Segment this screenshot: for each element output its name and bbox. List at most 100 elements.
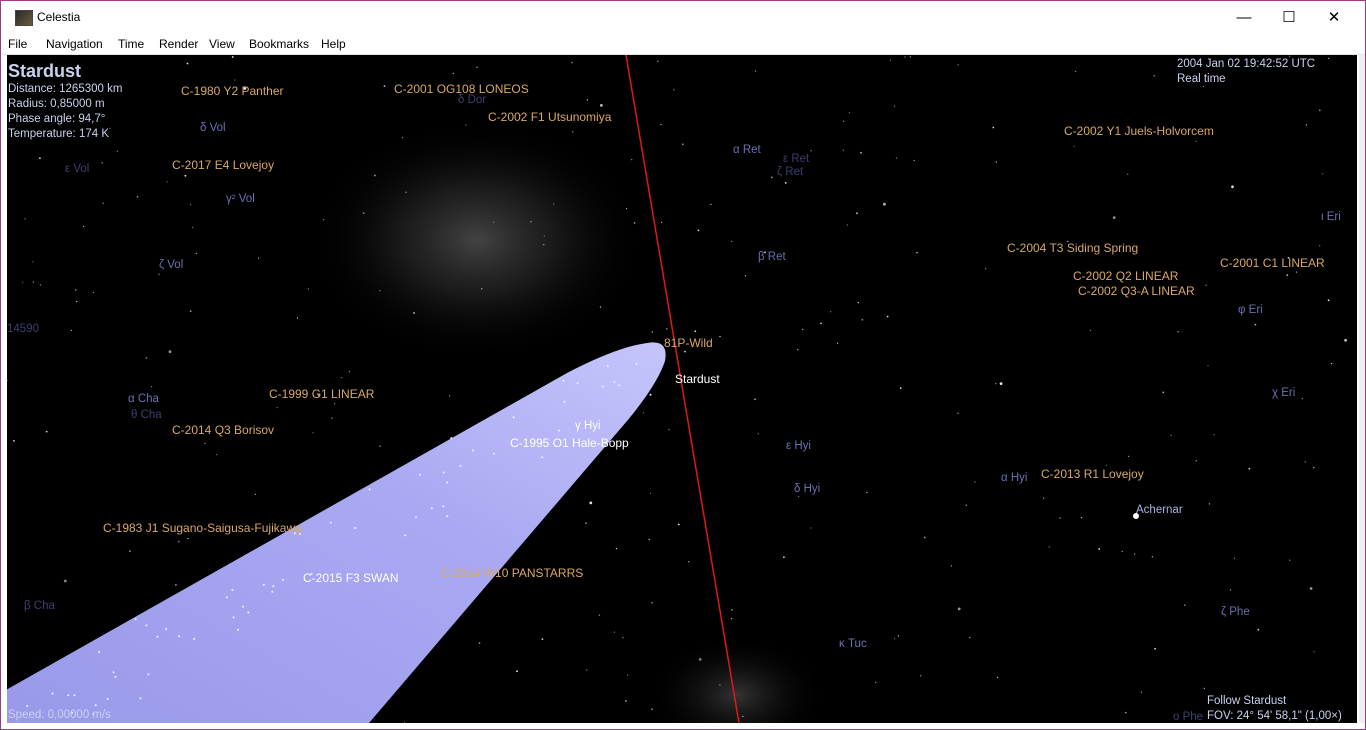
star-label[interactable]: ο Phe [1173, 711, 1203, 723]
star [899, 387, 902, 390]
comet-label[interactable]: C-2002 F1 Utsunomiya [488, 110, 611, 124]
comet-label[interactable]: C-2015 F3 SWAN [303, 571, 399, 585]
star [810, 527, 812, 529]
minimize-button[interactable]: — [1221, 1, 1267, 33]
comet-label[interactable]: C-2014 Q3 Borisov [172, 423, 274, 437]
star [116, 150, 118, 152]
comet-label[interactable]: C-2004 T3 Siding Spring [1007, 241, 1138, 255]
comet-label[interactable]: 81P-Wild [664, 336, 713, 350]
star [648, 538, 650, 540]
comet-label[interactable]: C-2014 W10 PANSTARRS [441, 566, 583, 580]
star [1327, 299, 1330, 302]
menu-bookmarks[interactable]: Bookmarks [249, 37, 309, 51]
star [651, 602, 653, 604]
sky-viewport[interactable]: Stardust Distance: 1265300 km Radius: 0,… [7, 55, 1357, 723]
star [296, 317, 299, 319]
title-bar[interactable]: Celestia — ☐ ✕ [1, 1, 1365, 33]
star [1313, 651, 1315, 653]
comet-label[interactable]: C-2002 Y1 Juels-Holvorcem [1064, 124, 1214, 138]
star [558, 429, 560, 432]
star-label[interactable]: ζ Vol [159, 259, 183, 271]
star [45, 430, 48, 433]
star-label[interactable]: γ² Vol [226, 193, 255, 205]
temperature-readout: Temperature: 174 K [8, 128, 110, 140]
star [166, 181, 168, 183]
star-label[interactable]: γ Hyi [575, 420, 601, 432]
menu-navigation[interactable]: Navigation [46, 37, 103, 51]
comet-label[interactable]: C-1995 O1 Hale-Bopp [510, 436, 629, 450]
comet-label[interactable]: C-2017 E4 Lovejoy [172, 158, 274, 172]
star-label[interactable]: ε Vol [65, 163, 89, 175]
star-label[interactable]: θ Cha [131, 409, 162, 421]
comet-label[interactable]: C-2001 C1 LINEAR [1220, 256, 1325, 270]
comet-label[interactable]: C-2013 R1 Lovejoy [1041, 467, 1144, 481]
star [67, 694, 70, 697]
star-label[interactable]: ζ Ret [777, 166, 803, 178]
star-label[interactable]: δ Dor [458, 94, 486, 106]
star [348, 371, 350, 373]
star [1322, 173, 1324, 175]
star-label[interactable]: α Cha [128, 393, 159, 405]
star [613, 631, 616, 633]
star-label[interactable]: β Ret [758, 251, 786, 263]
star [625, 700, 627, 702]
menu-view[interactable]: View [209, 37, 235, 51]
star [446, 481, 448, 484]
star [909, 56, 912, 58]
star-label[interactable]: δ Hyi [794, 483, 820, 495]
menu-help[interactable]: Help [321, 37, 346, 51]
star-label[interactable]: φ Eri [1238, 304, 1263, 316]
menu-time[interactable]: Time [118, 37, 144, 51]
star [731, 240, 733, 242]
comet-label[interactable]: C-1999 G1 LINEAR [269, 387, 374, 401]
star-label[interactable]: ε Ret [783, 153, 809, 165]
star [599, 306, 602, 308]
star [585, 522, 587, 525]
star [39, 157, 41, 160]
comet-label[interactable]: C-2002 Q3-A LINEAR [1078, 284, 1195, 298]
sky-canvas [7, 55, 1347, 723]
menu-file[interactable]: File [8, 37, 27, 51]
comet-label[interactable]: C-1983 J1 Sugano-Saigusa-Fujikawa [103, 521, 302, 535]
star [1286, 274, 1289, 276]
star-label[interactable]: 14590 [7, 323, 39, 335]
star-label[interactable]: χ Eri [1272, 387, 1295, 399]
star [156, 635, 159, 638]
star [710, 203, 712, 205]
star [1184, 604, 1186, 606]
comet-label[interactable]: C-2002 Q2 LINEAR [1073, 269, 1178, 283]
star [63, 579, 67, 583]
star-label[interactable]: κ Tuc [839, 638, 867, 650]
star [613, 381, 616, 383]
star [404, 534, 407, 537]
star-label[interactable]: α Ret [733, 144, 761, 156]
star [586, 669, 588, 671]
maximize-button[interactable]: ☐ [1266, 1, 1312, 33]
star [83, 225, 85, 228]
star [923, 536, 926, 539]
star [512, 416, 515, 419]
star [112, 671, 115, 674]
star [1134, 553, 1136, 555]
distance-readout: Distance: 1265300 km [8, 83, 123, 95]
star [660, 123, 662, 126]
spacecraft-label[interactable]: Stardust [675, 372, 720, 386]
star [997, 676, 999, 679]
star [1151, 556, 1153, 558]
star [754, 398, 756, 401]
star-label[interactable]: δ Vol [200, 122, 226, 134]
star [985, 268, 987, 270]
star [1305, 124, 1307, 126]
star-label[interactable]: Achernar [1136, 504, 1183, 516]
star-label[interactable]: β Cha [24, 600, 55, 612]
star-label[interactable]: α Hyi [1001, 472, 1027, 484]
star-label[interactable]: ε Hyi [786, 440, 811, 452]
star [673, 89, 675, 91]
menu-render[interactable]: Render [159, 37, 198, 51]
comet-label[interactable]: C-1980 Y2 Panther [181, 84, 284, 98]
star-label[interactable]: ζ Phe [1221, 606, 1250, 618]
close-button[interactable]: ✕ [1311, 1, 1357, 33]
star [660, 221, 663, 223]
star-label[interactable]: ι Eri [1321, 211, 1341, 223]
star [606, 365, 609, 368]
